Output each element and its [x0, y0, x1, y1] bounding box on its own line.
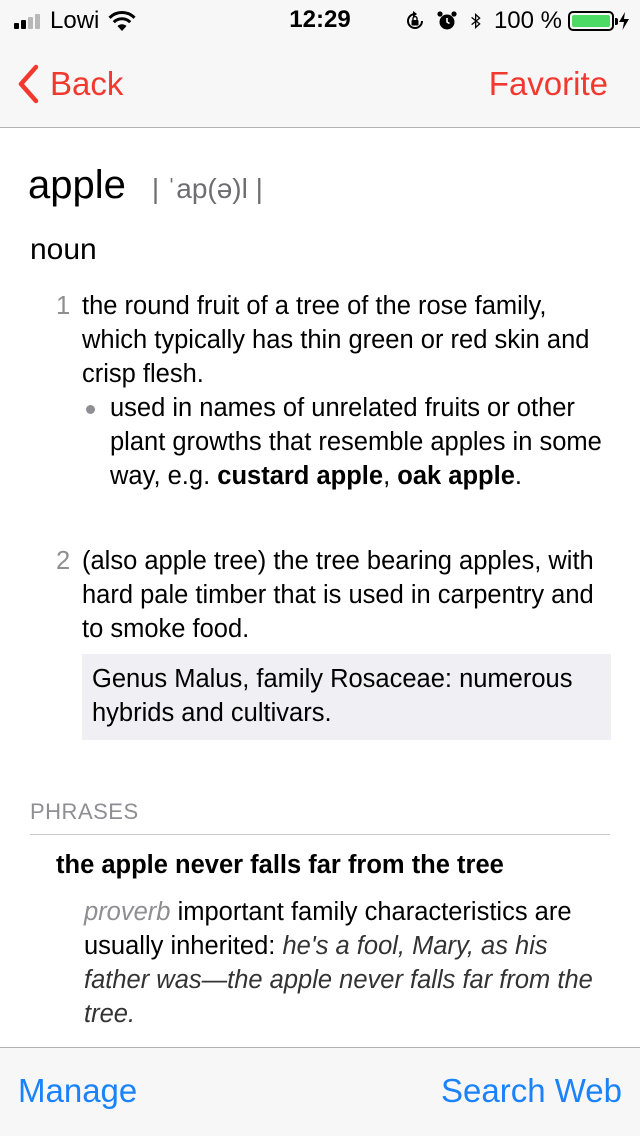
alarm-icon [437, 11, 457, 30]
sub-sense-1: used in names of unrelated fruits or oth… [84, 391, 614, 493]
sense-number: 2 [56, 547, 71, 575]
sense-1: 1 the round fruit of a tree of the rose … [56, 289, 616, 391]
bottom-toolbar: Manage Search Web [0, 1047, 640, 1136]
sense-note-box: Genus Malus, family Rosaceae: numerous h… [82, 654, 611, 740]
cross-ref-oak-apple[interactable]: oak apple [397, 462, 515, 490]
battery-icon [568, 11, 618, 31]
bullet-icon [86, 405, 95, 414]
nav-bar: Back Favorite [0, 40, 640, 128]
manage-button[interactable]: Manage [18, 1072, 137, 1110]
headword-row: apple | ˈap(ə)l | [28, 163, 263, 208]
charging-bolt-icon [619, 12, 629, 30]
phrase-definition: proverb important family characteristics… [84, 895, 614, 1031]
phrase-label: proverb [84, 898, 171, 926]
sub-sense-text: used in names of unrelated fruits or oth… [84, 391, 614, 493]
favorite-button[interactable]: Favorite [489, 62, 608, 106]
phrase-title: the apple never falls far from the tree [56, 851, 504, 879]
status-bar: Lowi 12:29 100 % [0, 0, 640, 40]
rotation-lock-icon [406, 11, 423, 29]
battery-percent: 100 % [493, 7, 562, 34]
bluetooth-icon [471, 12, 481, 30]
part-of-speech: noun [30, 233, 97, 266]
sub-sense-sep: , [383, 462, 391, 490]
headword: apple [28, 163, 126, 207]
phrases-header: PHRASES [30, 799, 139, 824]
sub-sense-end: . [514, 462, 522, 490]
sense-number: 1 [56, 292, 71, 320]
sense-text: the round fruit of a tree of the rose fa… [82, 292, 590, 388]
sense-text: (also apple tree) the tree bearing apple… [82, 547, 594, 643]
sense-2: 2 (also apple tree) the tree bearing app… [56, 544, 616, 646]
battery-fill [572, 15, 610, 27]
divider [30, 834, 610, 835]
chevron-left-icon [18, 64, 39, 104]
search-web-button[interactable]: Search Web [441, 1072, 622, 1110]
pronunciation: | ˈap(ə)l | [151, 173, 263, 204]
cross-ref-custard-apple[interactable]: custard apple [217, 462, 383, 490]
back-label: Back [50, 65, 124, 102]
status-right: 100 % [404, 6, 630, 36]
back-button[interactable]: Back [16, 62, 123, 106]
definition-content[interactable]: apple | ˈap(ə)l | noun 1 the round fruit… [0, 129, 640, 1047]
sense-note: Genus Malus, family Rosaceae: numerous h… [92, 665, 573, 727]
